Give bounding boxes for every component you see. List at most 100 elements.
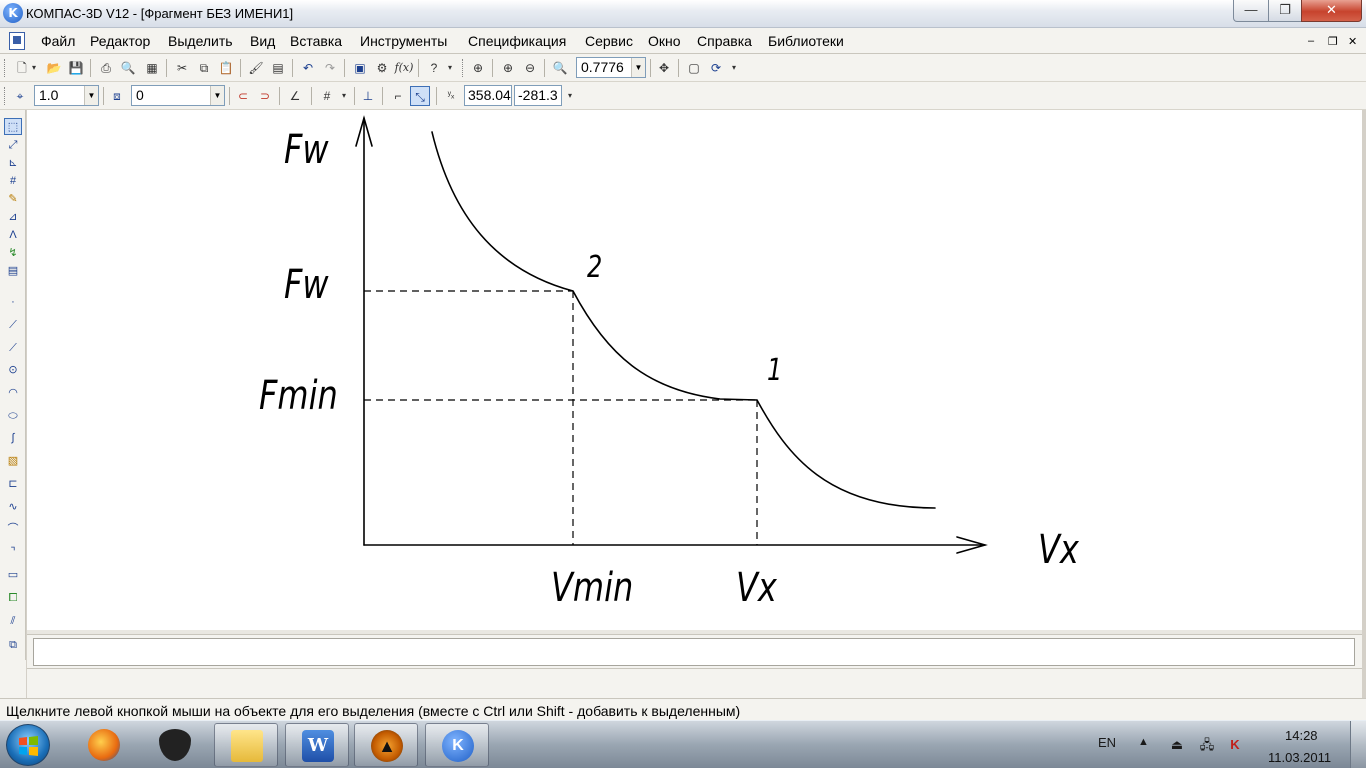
menu-insert[interactable]: Вставка bbox=[290, 33, 342, 49]
copy-properties-icon[interactable]: 🖌 bbox=[246, 58, 266, 78]
zoom-in-icon[interactable]: ⊕ bbox=[498, 58, 518, 78]
toolbar2-overflow-icon[interactable]: ▾ bbox=[564, 86, 576, 106]
contour-tool-icon[interactable]: ⧠ bbox=[4, 590, 22, 607]
taskbar-explorer[interactable] bbox=[214, 723, 278, 767]
clock-date[interactable]: 11.03.2011 bbox=[1268, 750, 1331, 765]
circle-tool-icon[interactable]: ⊙ bbox=[4, 362, 22, 379]
toolbar-grip[interactable] bbox=[4, 87, 7, 105]
segment-tool-icon[interactable]: ⟋ bbox=[4, 340, 22, 357]
layer-dropdown-icon[interactable]: ▼ bbox=[210, 86, 224, 105]
arc-tool-icon[interactable]: ◠ bbox=[4, 385, 22, 402]
ellipse-tool-icon[interactable]: ⬭ bbox=[4, 408, 22, 425]
edit-tool-icon[interactable]: ✎ bbox=[4, 191, 22, 208]
taskbar-acad[interactable]: ▲ bbox=[354, 723, 418, 767]
menu-tools[interactable]: Инструменты bbox=[360, 33, 447, 49]
pan-icon[interactable]: ✥ bbox=[654, 58, 674, 78]
minimize-button[interactable]: — bbox=[1233, 0, 1269, 22]
paste-icon[interactable]: 📋 bbox=[216, 58, 236, 78]
tray-usb-icon[interactable]: ⏏ bbox=[1168, 736, 1186, 754]
select-filter-icon[interactable]: ↯ bbox=[4, 245, 22, 262]
menu-view[interactable]: Вид bbox=[250, 33, 275, 49]
toolbar1b-overflow-icon[interactable]: ▾ bbox=[728, 58, 740, 78]
menu-service[interactable]: Сервис bbox=[585, 33, 633, 49]
redo-icon[interactable]: ↷ bbox=[320, 58, 340, 78]
auxiliary-line-icon[interactable]: ⟋ bbox=[4, 317, 22, 334]
polyline-tool-icon[interactable]: ⊏ bbox=[4, 476, 22, 493]
maximize-button[interactable]: ❐ bbox=[1268, 0, 1302, 22]
local-snap-icon[interactable]: ⊃ bbox=[255, 86, 275, 106]
toolbar-grip[interactable] bbox=[462, 59, 465, 77]
print-preview-icon[interactable]: 🔍 bbox=[118, 58, 138, 78]
taskbar-word[interactable]: W bbox=[285, 723, 349, 767]
menu-window[interactable]: Окно bbox=[648, 33, 681, 49]
local-cs-icon[interactable]: ⊥ bbox=[358, 86, 378, 106]
snap-step-icon[interactable]: ⌖ bbox=[10, 86, 30, 106]
fx-variables-button[interactable]: f(x) bbox=[394, 58, 414, 78]
menu-specification[interactable]: Спецификация bbox=[468, 33, 566, 49]
round-mode-icon[interactable]: ⤡ bbox=[410, 86, 430, 106]
document-manager-icon[interactable]: ▦ bbox=[142, 58, 162, 78]
tray-show-hidden-icon[interactable]: ▲ bbox=[1138, 736, 1149, 748]
drawing-canvas[interactable]: Fw Fw Fmin 2 1 Vx Vmin Vx bbox=[27, 110, 1362, 630]
spec-tool-icon[interactable]: ▤ bbox=[4, 263, 22, 280]
ortho-icon[interactable]: ∠ bbox=[285, 86, 305, 106]
variables-icon[interactable]: ⚙ bbox=[372, 58, 392, 78]
menu-edit[interactable]: Редактор bbox=[90, 33, 150, 49]
menu-select[interactable]: Выделить bbox=[168, 33, 233, 49]
fillet-tool-icon[interactable]: ⌒ bbox=[4, 521, 22, 538]
zoom-dropdown-icon[interactable]: ▼ bbox=[631, 58, 645, 77]
select-tool-icon[interactable]: ⬚ bbox=[4, 118, 22, 135]
doc-close-button[interactable]: ✕ bbox=[1348, 35, 1357, 48]
parametrization-tool-icon[interactable]: ⊿ bbox=[4, 209, 22, 226]
dimensions-tool-icon[interactable]: ⊾ bbox=[4, 155, 22, 172]
toolbar-grip[interactable] bbox=[4, 59, 7, 77]
clock-time[interactable]: 14:28 bbox=[1285, 728, 1318, 743]
chamfer-tool-icon[interactable]: ⌝ bbox=[4, 544, 22, 561]
properties-input-area[interactable] bbox=[33, 638, 1355, 666]
help-pointer-icon[interactable]: ? bbox=[424, 58, 444, 78]
open-folder-icon[interactable]: 📂 bbox=[44, 58, 64, 78]
cut-icon[interactable]: ✂ bbox=[172, 58, 192, 78]
show-desktop-button[interactable] bbox=[1350, 721, 1366, 768]
menu-help[interactable]: Справка bbox=[697, 33, 752, 49]
copy-icon[interactable]: ⧉ bbox=[194, 58, 214, 78]
start-button[interactable] bbox=[6, 724, 50, 766]
equidistant-tool-icon[interactable]: ⫽ bbox=[4, 613, 22, 630]
menu-file[interactable]: Файл bbox=[41, 33, 75, 49]
tray-antivirus-icon[interactable]: K bbox=[1226, 736, 1244, 754]
zoom-out-icon[interactable]: ⊖ bbox=[520, 58, 540, 78]
hatch-tool-icon[interactable]: ▧ bbox=[4, 453, 22, 470]
spline-tool-icon[interactable]: ∫ bbox=[4, 430, 22, 447]
kompas-app-icon[interactable]: K bbox=[3, 3, 23, 23]
symbols-tool-icon[interactable]: # bbox=[4, 173, 22, 190]
rebuild-icon[interactable]: ⟳ bbox=[706, 58, 726, 78]
close-button[interactable]: ✕ bbox=[1301, 0, 1362, 22]
coord-x-field[interactable]: 358.04 bbox=[464, 85, 512, 106]
collect-contour-icon[interactable]: ⧉ bbox=[4, 637, 22, 654]
rectangle-tool-icon[interactable]: ▭ bbox=[4, 567, 22, 584]
zoom-scale-icon[interactable]: 🔍 bbox=[550, 58, 570, 78]
bezier-tool-icon[interactable]: ∿ bbox=[4, 499, 22, 516]
undo-icon[interactable]: ↶ bbox=[298, 58, 318, 78]
doc-restore-button[interactable]: ❐ bbox=[1328, 35, 1338, 48]
manager-icon[interactable]: ▣ bbox=[350, 58, 370, 78]
print-icon[interactable]: ⎙ bbox=[96, 58, 116, 78]
taskbar-kompas[interactable]: K bbox=[425, 723, 489, 767]
layer-icon[interactable]: ⧈ bbox=[107, 86, 127, 106]
menu-libraries[interactable]: Библиотеки bbox=[768, 33, 844, 49]
coord-y-field[interactable]: -281.3 bbox=[514, 85, 562, 106]
taskbar-app-drop[interactable] bbox=[143, 723, 207, 767]
zoom-frame-icon[interactable]: ⊕ bbox=[468, 58, 488, 78]
orthogonal-mode-icon[interactable]: ⌐ bbox=[388, 86, 408, 106]
layer-combo[interactable]: 0 ▼ bbox=[131, 85, 225, 106]
geometry-tool-icon[interactable]: ⤢ bbox=[4, 137, 22, 154]
grid-icon[interactable]: # bbox=[317, 86, 337, 106]
point-tool-icon[interactable]: · bbox=[4, 294, 22, 311]
zoom-combo[interactable]: 0.7776 ▼ bbox=[576, 57, 646, 78]
refresh-view-icon[interactable]: ▢ bbox=[684, 58, 704, 78]
grid-dropdown-icon[interactable]: ▾ bbox=[338, 86, 350, 106]
save-icon[interactable]: 💾 bbox=[66, 58, 86, 78]
measure-tool-icon[interactable]: Λ bbox=[4, 227, 22, 244]
new-dropdown-icon[interactable]: ▾ bbox=[28, 58, 40, 78]
tray-network-icon[interactable]: 🖧 bbox=[1198, 736, 1216, 754]
